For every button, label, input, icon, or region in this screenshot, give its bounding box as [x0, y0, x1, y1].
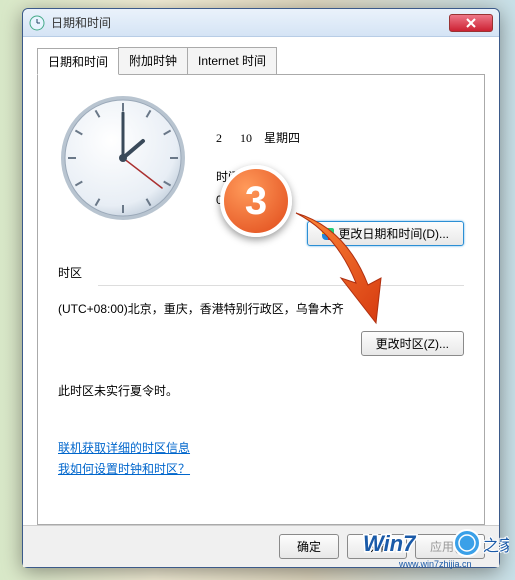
date-text: 2 10 星期四: [216, 129, 464, 146]
dialog-footer: 确定 取消 应用(A): [23, 525, 499, 567]
howto-clock-link[interactable]: 我如何设置时钟和时区？: [58, 460, 464, 477]
tab-additional-clocks[interactable]: 附加时钟: [118, 47, 188, 74]
datetime-dialog: 日期和时间 日期和时间 附加时钟 Internet 时间 3: [22, 8, 500, 568]
dialog-body: 日期和时间 附加时钟 Internet 时间 3: [23, 37, 499, 525]
window-title: 日期和时间: [51, 14, 449, 31]
cancel-button[interactable]: 取消: [347, 534, 407, 559]
tab-datetime[interactable]: 日期和时间: [37, 48, 119, 75]
apply-button[interactable]: 应用(A): [415, 534, 485, 559]
ok-button[interactable]: 确定: [279, 534, 339, 559]
analog-clock: [58, 93, 188, 223]
timezone-value: (UTC+08:00)北京，重庆，香港特别行政区，乌鲁木齐: [58, 300, 464, 317]
tab-panel-datetime: 3: [37, 75, 485, 525]
titlebar[interactable]: 日期和时间: [23, 9, 499, 37]
uac-shield-icon: [322, 228, 334, 240]
step-number: 3: [245, 179, 267, 224]
dst-text: 此时区未实行夏令时。: [58, 382, 464, 399]
close-button[interactable]: [449, 14, 493, 32]
change-timezone-button[interactable]: 更改时区(Z)...: [361, 331, 464, 356]
online-tz-info-link[interactable]: 联机获取详细的时区信息: [58, 439, 464, 456]
change-datetime-button[interactable]: 更改日期和时间(D)...: [307, 221, 464, 246]
tab-internet-time[interactable]: Internet 时间: [187, 47, 277, 74]
step-badge: 3: [220, 165, 292, 237]
timezone-section-label: 时区: [58, 264, 464, 281]
clock-icon: [29, 15, 45, 31]
tab-strip: 日期和时间 附加时钟 Internet 时间: [37, 47, 485, 75]
help-links: 联机获取详细的时区信息 我如何设置时钟和时区？: [58, 439, 464, 477]
